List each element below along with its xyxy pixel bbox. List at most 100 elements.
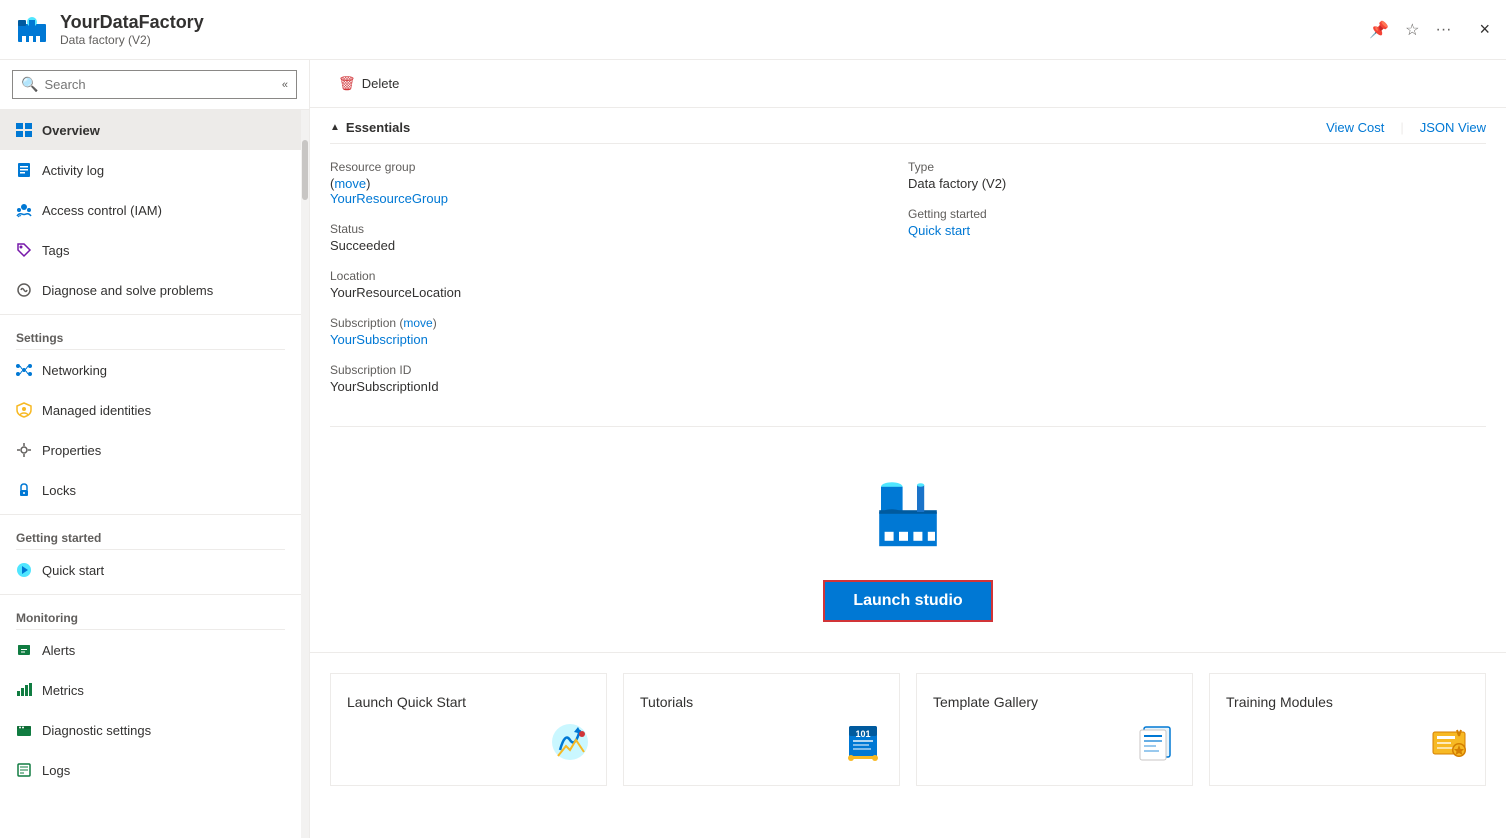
tags-icon xyxy=(16,242,32,258)
training-modules-title: Training Modules xyxy=(1226,694,1333,710)
launch-quick-start-card[interactable]: Launch Quick Start xyxy=(330,673,607,786)
sidebar-item-activity-log[interactable]: Activity log xyxy=(0,150,301,190)
essentials-left-col: Resource group (move)YourResourceGroup S… xyxy=(330,160,908,410)
sidebar-item-label: Properties xyxy=(42,443,101,458)
activity-log-icon xyxy=(16,162,32,178)
launch-studio-button[interactable]: Launch studio xyxy=(823,580,992,622)
subscription-value: YourSubscription xyxy=(330,332,908,347)
settings-section-label: Settings xyxy=(0,314,301,349)
sidebar-nav: Overview Activity log Access xyxy=(0,110,309,838)
overview-icon xyxy=(16,122,32,138)
tutorials-card[interactable]: Tutorials 101 xyxy=(623,673,900,786)
delete-label: Delete xyxy=(362,76,400,91)
subscription-link[interactable]: YourSubscription xyxy=(330,332,428,347)
search-icon: 🔍 xyxy=(21,76,38,93)
alerts-icon xyxy=(16,642,32,658)
sidebar-item-properties[interactable]: Properties xyxy=(0,430,301,470)
body-layout: 🔍 « Overview xyxy=(0,60,1506,838)
svg-text:101: 101 xyxy=(855,729,870,739)
delete-button[interactable]: 🗑 Delete xyxy=(330,71,407,96)
collapse-sidebar-button[interactable]: « xyxy=(282,79,288,91)
essentials-right-col: Type Data factory (V2) Getting started Q… xyxy=(908,160,1486,410)
sidebar-item-networking[interactable]: Networking xyxy=(0,350,301,390)
sidebar-item-diagnose[interactable]: Diagnose and solve problems xyxy=(0,270,301,310)
scrollbar-thumb xyxy=(302,140,308,200)
delete-icon: 🗑 xyxy=(338,75,356,92)
access-control-icon xyxy=(16,202,32,218)
studio-section: Launch studio xyxy=(310,427,1506,652)
move-link[interactable]: move xyxy=(334,176,366,191)
sidebar-item-tags[interactable]: Tags xyxy=(0,230,301,270)
more-actions-button[interactable]: ··· xyxy=(1432,17,1456,43)
type-item: Type Data factory (V2) xyxy=(908,160,1486,191)
sidebar-item-label: Overview xyxy=(42,123,100,138)
status-label: Status xyxy=(330,222,908,236)
view-cost-button[interactable]: View Cost xyxy=(1326,120,1384,135)
sidebar-scrollbar xyxy=(301,110,309,838)
type-value: Data factory (V2) xyxy=(908,176,1486,191)
sidebar-item-label: Access control (IAM) xyxy=(42,203,162,218)
cards-section: Launch Quick Start Tutorials xyxy=(310,652,1506,806)
factory-icon xyxy=(863,467,953,560)
favorite-button[interactable]: ☆ xyxy=(1401,16,1423,44)
sidebar-item-diagnostic-settings[interactable]: Diagnostic settings xyxy=(0,710,301,750)
monitoring-section-label: Monitoring xyxy=(0,594,301,629)
toolbar: 🗑 Delete xyxy=(310,60,1506,108)
sidebar-item-alerts[interactable]: Alerts xyxy=(0,630,301,670)
training-modules-icon xyxy=(1429,722,1469,765)
subscription-item: Subscription (move) YourSubscription xyxy=(330,316,908,347)
sidebar-item-label: Logs xyxy=(42,763,70,778)
template-gallery-card[interactable]: Template Gallery xyxy=(916,673,1193,786)
getting-started-label: Getting started xyxy=(908,207,1486,221)
training-modules-card[interactable]: Training Modules xyxy=(1209,673,1486,786)
title-info: YourDataFactory Data factory (V2) xyxy=(60,12,1365,47)
essentials-chevron-icon: ▲ xyxy=(330,122,340,133)
essentials-section: ▲ Essentials View Cost | JSON View Resou… xyxy=(310,108,1506,427)
sidebar-item-label: Tags xyxy=(42,243,69,258)
getting-started-section-label: Getting started xyxy=(0,514,301,549)
properties-icon xyxy=(16,442,32,458)
networking-icon xyxy=(16,362,32,378)
sidebar-item-locks[interactable]: Locks xyxy=(0,470,301,510)
essentials-grid: Resource group (move)YourResourceGroup S… xyxy=(330,144,1486,427)
sidebar-scroll: Overview Activity log Access xyxy=(0,110,301,838)
sidebar-item-quick-start[interactable]: Quick start xyxy=(0,550,301,590)
search-input[interactable] xyxy=(44,77,281,92)
location-label: Location xyxy=(330,269,908,283)
resource-group-item: Resource group (move)YourResourceGroup xyxy=(330,160,908,206)
quick-start-link[interactable]: Quick start xyxy=(908,223,970,238)
divider: | xyxy=(1400,120,1403,135)
sidebar-item-label: Managed identities xyxy=(42,403,151,418)
sidebar-item-overview[interactable]: Overview xyxy=(0,110,301,150)
essentials-title-text: Essentials xyxy=(346,120,410,135)
template-gallery-icon xyxy=(1136,722,1176,765)
search-box: 🔍 « xyxy=(12,70,297,99)
title-actions: 📌 ☆ ··· × xyxy=(1365,16,1490,44)
sidebar-item-access-control[interactable]: Access control (IAM) xyxy=(0,190,301,230)
sidebar-item-metrics[interactable]: Metrics xyxy=(0,670,301,710)
tutorials-title: Tutorials xyxy=(640,694,693,710)
pin-filled-button[interactable]: 📌 xyxy=(1365,16,1393,44)
logs-icon xyxy=(16,762,32,778)
launch-quick-start-title: Launch Quick Start xyxy=(347,694,466,710)
resource-name: YourDataFactory xyxy=(60,12,1365,33)
app-icon xyxy=(16,14,48,46)
sidebar-item-logs[interactable]: Logs xyxy=(0,750,301,790)
sidebar-item-label: Locks xyxy=(42,483,76,498)
status-value: Succeeded xyxy=(330,238,908,253)
locks-icon xyxy=(16,482,32,498)
sidebar-item-label: Diagnose and solve problems xyxy=(42,283,213,298)
sidebar-search: 🔍 « xyxy=(0,60,309,110)
location-item: Location YourResourceLocation xyxy=(330,269,908,300)
close-button[interactable]: × xyxy=(1479,19,1490,40)
type-label: Type xyxy=(908,160,1486,174)
essentials-links: View Cost | JSON View xyxy=(1326,120,1486,135)
resource-subtitle: Data factory (V2) xyxy=(60,33,1365,47)
metrics-icon xyxy=(16,682,32,698)
subscription-move-link[interactable]: move xyxy=(403,316,432,330)
sidebar-item-label: Metrics xyxy=(42,683,84,698)
json-view-button[interactable]: JSON View xyxy=(1420,120,1486,135)
sidebar-item-managed-identities[interactable]: Managed identities xyxy=(0,390,301,430)
resource-group-link[interactable]: YourResourceGroup xyxy=(330,191,448,206)
title-bar: YourDataFactory Data factory (V2) 📌 ☆ ··… xyxy=(0,0,1506,60)
